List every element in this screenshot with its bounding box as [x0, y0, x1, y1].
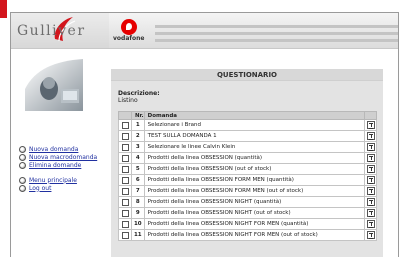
questionnaire-panel: QUESTIONARIO Descrizione: Listino Nr. Do…	[111, 69, 383, 257]
row-question: Prodotti della linea OBSESSION (quantità…	[143, 152, 366, 164]
row-question: Prodotti della linea OBSESSION (out of s…	[143, 163, 366, 175]
row-number: 10	[131, 218, 145, 230]
table-row: 4 Prodotti della linea OBSESSION (quanti…	[118, 152, 377, 164]
sidebar-item-label[interactable]: Elimina domande	[29, 162, 81, 169]
sidebar-item-label[interactable]: Menu principale	[29, 177, 77, 184]
row-question: Selezionare le linee Calvin Klein	[143, 141, 366, 153]
row-question: Selezionare i Brand	[143, 119, 366, 131]
row-question: Prodotti della linea OBSESSION FORM MEN …	[143, 174, 366, 186]
vodafone-speechmark-icon	[121, 19, 137, 35]
table-row: 11 Prodotti della linea OBSESSION NIGHT …	[118, 229, 377, 241]
row-checkbox[interactable]	[122, 154, 129, 162]
column-header-nr: Nr.	[131, 111, 145, 120]
row-number: 1	[131, 119, 145, 131]
sidebar-item-label[interactable]: Nuova macrodomanda	[29, 154, 97, 161]
row-number: 8	[131, 196, 145, 208]
edit-icon[interactable]	[367, 209, 375, 217]
bullet-icon	[19, 184, 26, 192]
edit-icon[interactable]	[367, 198, 375, 206]
edit-icon[interactable]	[367, 132, 375, 140]
row-checkbox[interactable]	[122, 165, 129, 173]
description-value: Listino	[118, 97, 138, 104]
table-header-row: Nr. Domanda	[118, 111, 377, 120]
row-question: Prodotti della linea OBSESSION NIGHT FOR…	[143, 218, 366, 230]
header-band: vodafone	[109, 13, 398, 49]
row-question: Prodotti della linea OBSESSION NIGHT FOR…	[143, 229, 366, 241]
table-row: 8 Prodotti della linea OBSESSION NIGHT (…	[118, 196, 377, 208]
row-number: 3	[131, 141, 145, 153]
edit-icon[interactable]	[367, 231, 375, 239]
questions-table: Nr. Domanda 1 Selezionare i Brand 2 TEST…	[118, 111, 377, 241]
row-checkbox[interactable]	[122, 209, 129, 217]
row-question: Prodotti della linea OBSESSION FORM MEN …	[143, 185, 366, 197]
row-checkbox[interactable]	[122, 176, 129, 184]
header-stripe	[155, 39, 398, 42]
sidebar-item-menu-principale[interactable]: Menu principale	[19, 176, 111, 184]
top-accent-bar	[0, 0, 410, 18]
column-header-domanda: Domanda	[143, 111, 366, 120]
edit-icon[interactable]	[367, 176, 375, 184]
row-checkbox[interactable]	[122, 220, 129, 228]
row-checkbox[interactable]	[122, 121, 129, 129]
bullet-icon	[19, 176, 26, 184]
sidebar-item-log-out[interactable]: Log out	[19, 184, 111, 192]
sidebar-item-nuova-macrodomanda[interactable]: Nuova macrodomanda	[19, 153, 111, 161]
edit-icon[interactable]	[367, 220, 375, 228]
bullet-icon	[19, 161, 26, 169]
sidebar-item-elimina-domande[interactable]: Elimina domande	[19, 161, 111, 169]
vodafone-wordmark: vodafone	[113, 35, 145, 42]
row-number: 6	[131, 174, 145, 186]
row-question: TEST SULLA DOMANDA 1	[143, 130, 366, 142]
table-row: 9 Prodotti della linea OBSESSION NIGHT (…	[118, 207, 377, 219]
sidebar-item-nuova-domanda[interactable]: Nuova domanda	[19, 145, 111, 153]
sidebar-menu: Nuova domanda Nuova macrodomanda Elimina…	[19, 145, 111, 192]
description-label: Descrizione:	[118, 90, 160, 97]
row-question: Prodotti della linea OBSESSION NIGHT (ou…	[143, 207, 366, 219]
row-checkbox[interactable]	[122, 143, 129, 151]
edit-icon[interactable]	[367, 187, 375, 195]
row-checkbox[interactable]	[122, 132, 129, 140]
column-header-action	[364, 111, 377, 120]
vodafone-logo: vodafone	[113, 19, 149, 45]
gulliver-logo: Gulliver	[11, 13, 109, 49]
page-margin-right	[399, 12, 410, 257]
table-row: 2 TEST SULLA DOMANDA 1	[118, 130, 377, 142]
edit-icon[interactable]	[367, 154, 375, 162]
logo-text: Gulliver	[17, 23, 86, 39]
edit-icon[interactable]	[367, 165, 375, 173]
sidebar: Gulliver Nuova domanda Nuova macrodomand…	[11, 13, 109, 257]
row-number: 2	[131, 130, 145, 142]
header-stripe	[155, 25, 398, 28]
row-checkbox[interactable]	[122, 231, 129, 239]
edit-icon[interactable]	[367, 143, 375, 151]
row-number: 7	[131, 185, 145, 197]
header-stripe	[155, 32, 398, 35]
sidebar-item-label[interactable]: Log out	[29, 185, 51, 192]
table-row: 7 Prodotti della linea OBSESSION FORM ME…	[118, 185, 377, 197]
table-row: 3 Selezionare le linee Calvin Klein	[118, 141, 377, 153]
row-question: Prodotti della linea OBSESSION NIGHT (qu…	[143, 196, 366, 208]
table-row: 6 Prodotti della linea OBSESSION FORM ME…	[118, 174, 377, 186]
edit-icon[interactable]	[367, 121, 375, 129]
bullet-icon	[19, 153, 26, 161]
sidebar-item-label[interactable]: Nuova domanda	[29, 146, 78, 153]
table-row: 5 Prodotti della linea OBSESSION (out of…	[118, 163, 377, 175]
row-number: 9	[131, 207, 145, 219]
table-row: 1 Selezionare i Brand	[118, 119, 377, 131]
column-header-select	[118, 111, 132, 120]
row-number: 11	[131, 229, 145, 241]
header-photo	[25, 59, 83, 111]
row-checkbox[interactable]	[122, 187, 129, 195]
bullet-icon	[19, 145, 26, 153]
row-number: 5	[131, 163, 145, 175]
page-title: QUESTIONARIO	[111, 69, 383, 81]
table-row: 10 Prodotti della linea OBSESSION NIGHT …	[118, 218, 377, 230]
row-number: 4	[131, 152, 145, 164]
app-frame: Gulliver Nuova domanda Nuova macrodomand…	[10, 12, 399, 257]
row-checkbox[interactable]	[122, 198, 129, 206]
